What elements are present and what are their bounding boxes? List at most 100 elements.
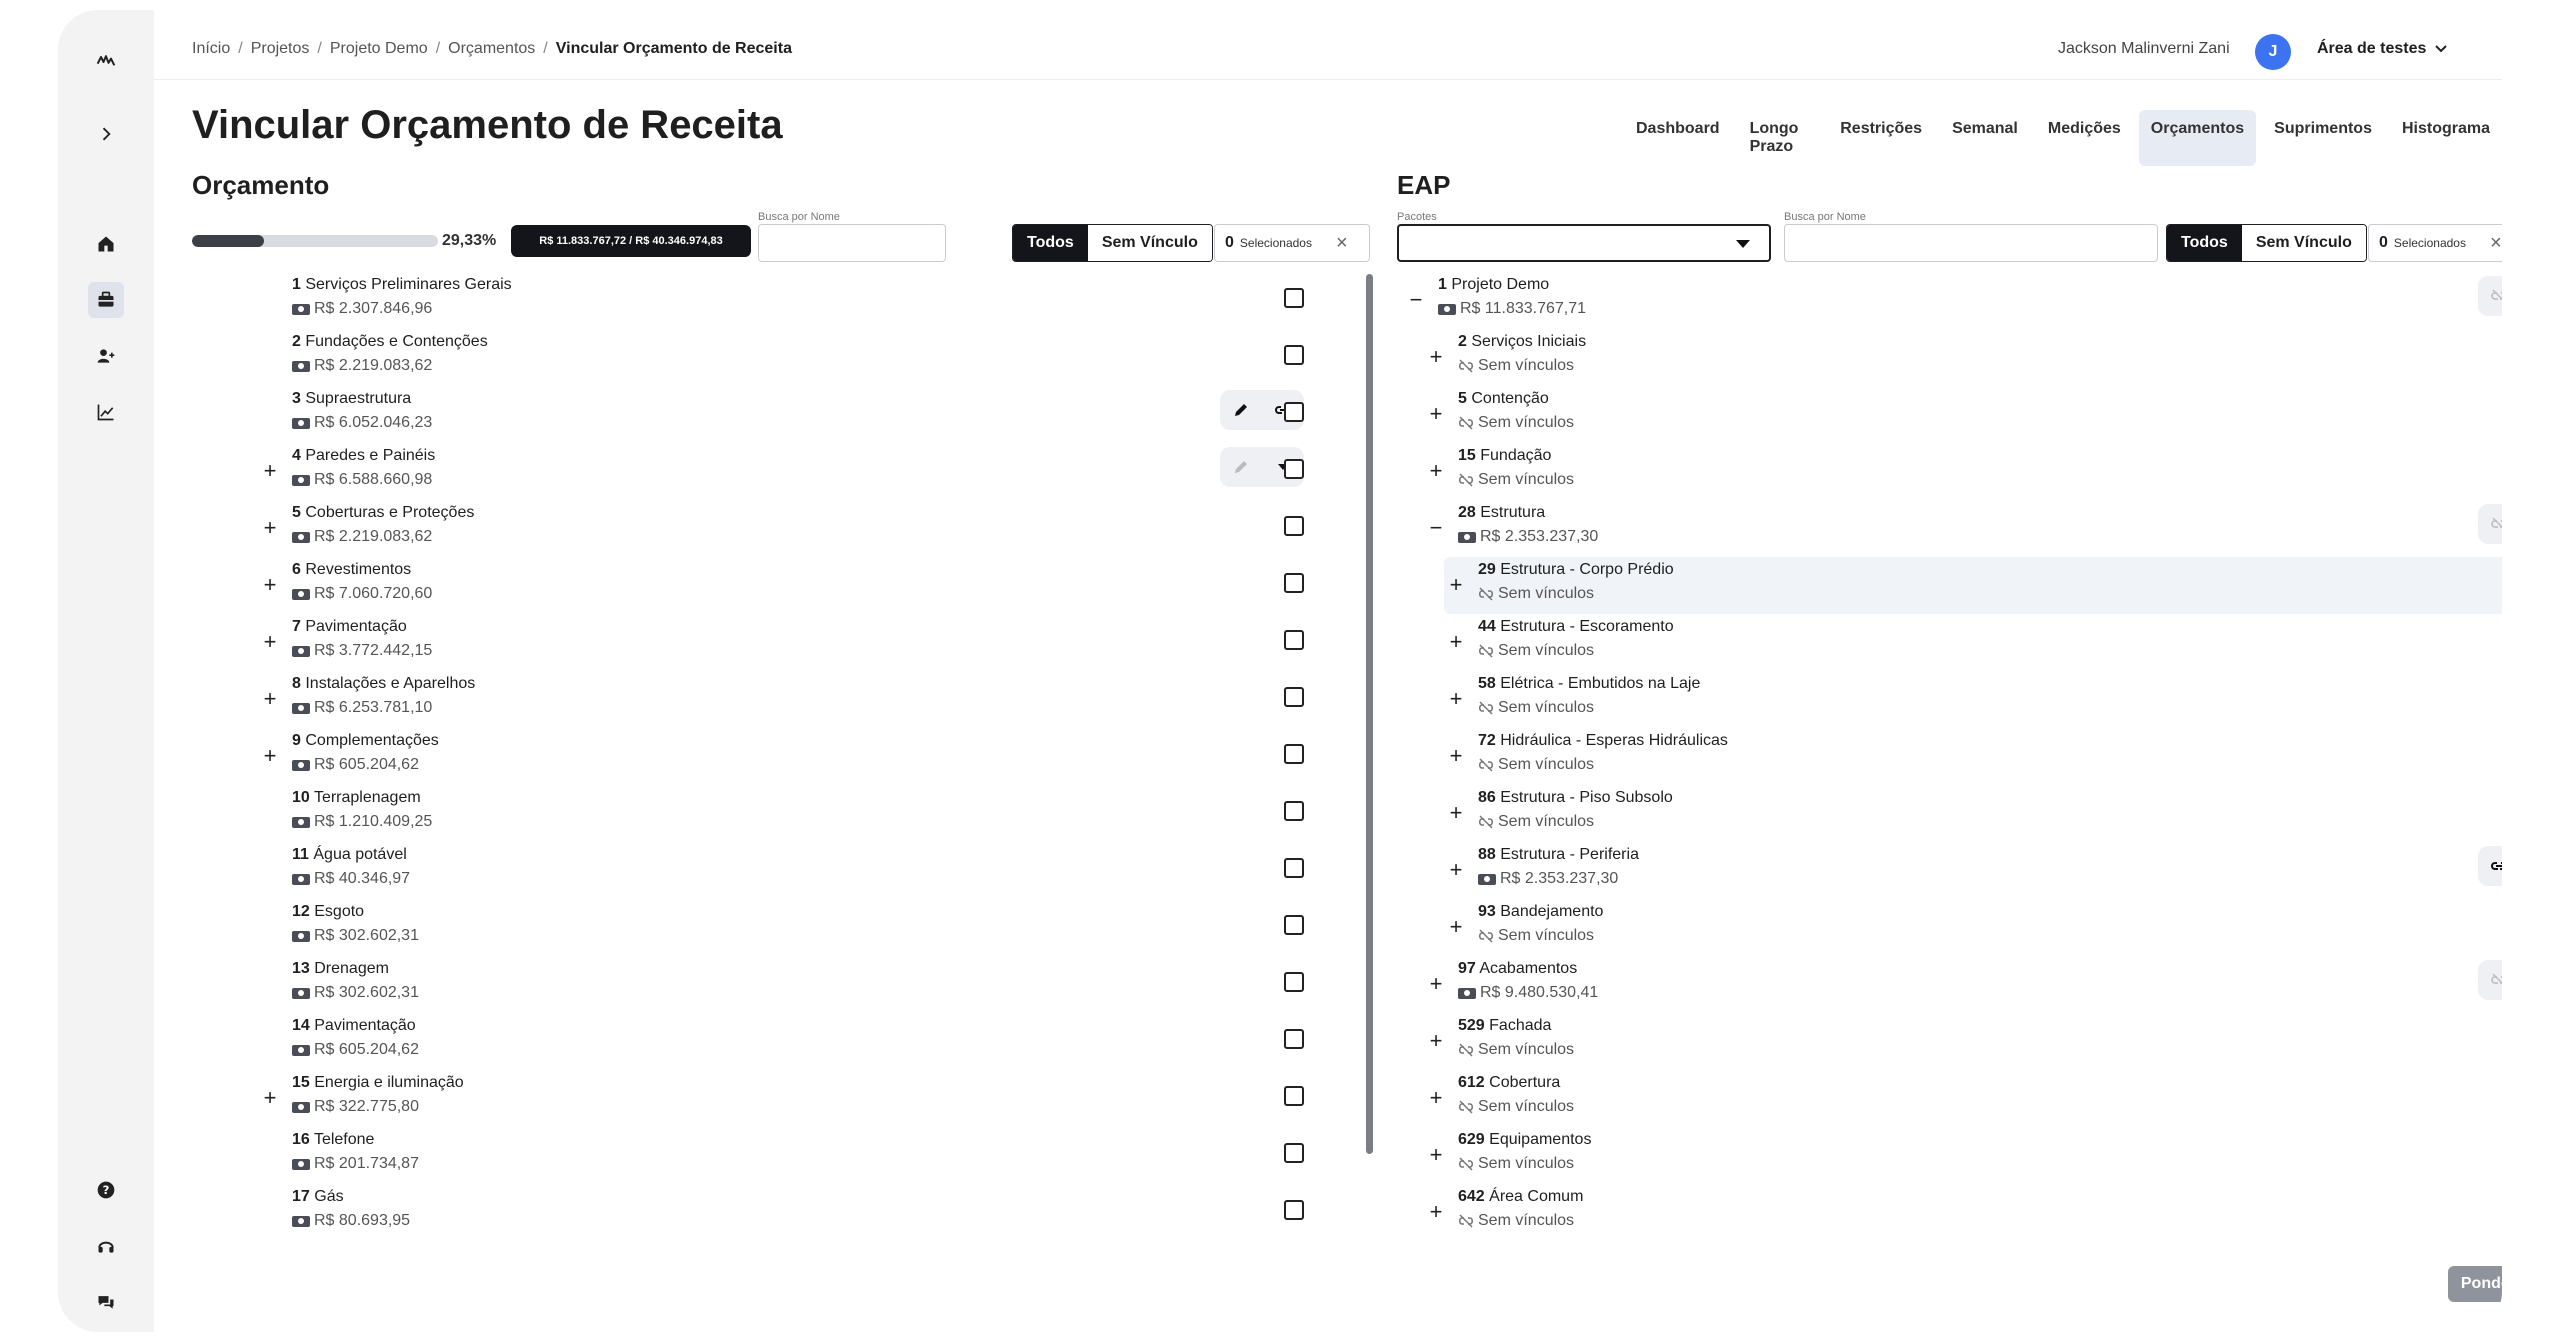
expand-icon[interactable]: + xyxy=(1428,1030,1444,1052)
tab-semanal[interactable]: Semanal xyxy=(1940,110,2030,166)
eap-row[interactable]: +97 Acabamentos R$ 9.480.530,41 xyxy=(1394,956,2502,1013)
expand-icon[interactable]: + xyxy=(1448,688,1464,710)
budget-filter-all[interactable]: Todos xyxy=(1013,225,1088,261)
budget-row[interactable]: +5 Coberturas e Proteções R$ 2.219.083,62 xyxy=(154,500,1354,557)
expand-icon[interactable]: + xyxy=(1428,1087,1444,1109)
expand-icon[interactable]: + xyxy=(262,745,278,767)
row-checkbox[interactable] xyxy=(1284,573,1304,593)
eap-row[interactable]: +29 Estrutura - Corpo Prédio Sem vínculos xyxy=(1444,557,2502,614)
eap-row[interactable]: +612 Cobertura Sem vínculos xyxy=(1394,1070,2502,1127)
eap-row[interactable]: +88 Estrutura - Periferia R$ 2.353.237,30 xyxy=(1394,842,2502,899)
row-checkbox[interactable] xyxy=(1284,402,1304,422)
expand-icon[interactable]: + xyxy=(262,460,278,482)
expand-sidebar-icon[interactable] xyxy=(88,116,124,152)
eap-row[interactable]: +629 Equipamentos Sem vínculos xyxy=(1394,1127,2502,1184)
edit-icon[interactable] xyxy=(1220,402,1262,418)
expand-icon[interactable]: + xyxy=(1428,460,1444,482)
budget-row[interactable]: 10 Terraplenagem R$ 1.210.409,25 xyxy=(154,785,1354,842)
tab-medicoes[interactable]: Medições xyxy=(2036,110,2133,166)
expand-icon[interactable]: + xyxy=(1428,1144,1444,1166)
tab-suprimentos[interactable]: Suprimentos xyxy=(2262,110,2384,166)
eap-row[interactable]: +15 Fundação Sem vínculos xyxy=(1394,443,2502,500)
budget-row[interactable]: 13 Drenagem R$ 302.602,31 xyxy=(154,956,1354,1013)
expand-icon[interactable]: + xyxy=(1428,1201,1444,1223)
row-checkbox[interactable] xyxy=(1284,915,1304,935)
eap-row[interactable]: −28 Estrutura R$ 2.353.237,30 xyxy=(1394,500,2502,557)
expand-icon[interactable]: + xyxy=(1428,403,1444,425)
expand-icon[interactable]: + xyxy=(262,688,278,710)
tab-restricoes[interactable]: Restrições xyxy=(1828,110,1934,166)
breadcrumb-budgets[interactable]: Orçamentos xyxy=(448,40,535,58)
home-icon[interactable] xyxy=(88,226,124,262)
eap-row[interactable]: +5 Contenção Sem vínculos xyxy=(1394,386,2502,443)
budget-row[interactable]: 14 Pavimentação R$ 605.204,62 xyxy=(154,1013,1354,1070)
eap-row[interactable]: +529 Fachada Sem vínculos xyxy=(1394,1013,2502,1070)
expand-icon[interactable]: + xyxy=(1428,973,1444,995)
eap-filter-unlinked[interactable]: Sem Vínculo xyxy=(2241,225,2366,261)
tab-orcamentos[interactable]: Orçamentos xyxy=(2138,110,2257,166)
eap-row[interactable]: +72 Hidráulica - Esperas Hidráulicas Sem … xyxy=(1394,728,2502,785)
expand-icon[interactable]: + xyxy=(1448,802,1464,824)
workspace-selector[interactable]: Área de testes xyxy=(2317,40,2448,58)
row-checkbox[interactable] xyxy=(1284,1086,1304,1106)
eap-row[interactable]: +58 Elétrica - Embutidos na Laje Sem vínc… xyxy=(1394,671,2502,728)
expand-icon[interactable]: + xyxy=(1448,916,1464,938)
ponderar-button[interactable]: Ponderar xyxy=(2448,1266,2502,1302)
budget-row[interactable]: +15 Energia e iluminação R$ 322.775,80 xyxy=(154,1070,1354,1127)
row-checkbox[interactable] xyxy=(1284,687,1304,707)
packages-select[interactable] xyxy=(1397,224,1771,262)
row-checkbox[interactable] xyxy=(1284,288,1304,308)
expand-icon[interactable]: + xyxy=(1428,346,1444,368)
row-checkbox[interactable] xyxy=(1284,801,1304,821)
clear-selection-icon[interactable]: × xyxy=(1336,232,1348,255)
support-icon[interactable] xyxy=(88,1228,124,1264)
eap-row[interactable]: +2 Serviços Iniciais Sem vínculos xyxy=(1394,329,2502,386)
budget-row[interactable]: 2 Fundações e Contenções R$ 2.219.083,62 xyxy=(154,329,1354,386)
expand-icon[interactable]: + xyxy=(262,517,278,539)
user-name[interactable]: Jackson Malinverni Zani xyxy=(2058,40,2230,58)
budget-filter-unlinked[interactable]: Sem Vínculo xyxy=(1087,225,1212,261)
budget-row[interactable]: +9 Complementações R$ 605.204,62 xyxy=(154,728,1354,785)
eap-row[interactable]: +86 Estrutura - Piso Subsolo Sem vínculos xyxy=(1394,785,2502,842)
eap-row[interactable]: −1 Projeto Demo R$ 11.833.767,71 xyxy=(1394,272,2502,329)
help-icon[interactable]: ? xyxy=(88,1172,124,1208)
link-icon[interactable] xyxy=(2478,859,2502,873)
logo-icon[interactable] xyxy=(88,44,124,80)
budget-scrollbar[interactable] xyxy=(1366,274,1373,1154)
breadcrumb-home[interactable]: Início xyxy=(192,40,230,58)
budget-row[interactable]: +4 Paredes e Painéis R$ 6.588.660,98 xyxy=(154,443,1354,500)
row-checkbox[interactable] xyxy=(1284,1029,1304,1049)
row-checkbox[interactable] xyxy=(1284,345,1304,365)
avatar[interactable]: J xyxy=(2255,34,2291,70)
row-checkbox[interactable] xyxy=(1284,459,1304,479)
add-user-icon[interactable] xyxy=(88,338,124,374)
breadcrumb-projects[interactable]: Projetos xyxy=(251,40,310,58)
expand-icon[interactable]: + xyxy=(262,574,278,596)
expand-icon[interactable]: + xyxy=(262,631,278,653)
expand-icon[interactable]: + xyxy=(1448,745,1464,767)
eap-row[interactable]: +93 Bandejamento Sem vínculos xyxy=(1394,899,2502,956)
row-checkbox[interactable] xyxy=(1284,1143,1304,1163)
budget-row[interactable]: +8 Instalações e Aparelhos R$ 6.253.781,1… xyxy=(154,671,1354,728)
budget-row[interactable]: 17 Gás R$ 80.693,95 xyxy=(154,1184,1354,1241)
row-checkbox[interactable] xyxy=(1284,858,1304,878)
budget-row[interactable]: 16 Telefone R$ 201.734,87 xyxy=(154,1127,1354,1184)
breadcrumb-project[interactable]: Projeto Demo xyxy=(330,40,428,58)
row-checkbox[interactable] xyxy=(1284,972,1304,992)
eap-search-input[interactable] xyxy=(1784,224,2158,262)
expand-icon[interactable]: + xyxy=(1448,574,1464,596)
row-checkbox[interactable] xyxy=(1284,744,1304,764)
budget-row[interactable]: +7 Pavimentação R$ 3.772.442,15 xyxy=(154,614,1354,671)
expand-icon[interactable]: − xyxy=(1408,289,1424,311)
row-checkbox[interactable] xyxy=(1284,516,1304,536)
tab-dashboard[interactable]: Dashboard xyxy=(1624,110,1732,166)
row-checkbox[interactable] xyxy=(1284,630,1304,650)
budget-row[interactable]: 3 Supraestrutura R$ 6.052.046,23 xyxy=(154,386,1354,443)
projects-icon[interactable] xyxy=(88,282,124,318)
budget-row[interactable]: 11 Água potável R$ 40.346,97 xyxy=(154,842,1354,899)
budget-row[interactable]: 1 Serviços Preliminares Gerais R$ 2.307.8… xyxy=(154,272,1354,329)
expand-icon[interactable]: − xyxy=(1428,517,1444,539)
clear-selection-icon[interactable]: × xyxy=(2490,232,2502,255)
expand-icon[interactable]: + xyxy=(1448,859,1464,881)
tab-longo-prazo[interactable]: Longo Prazo xyxy=(1738,110,1823,166)
